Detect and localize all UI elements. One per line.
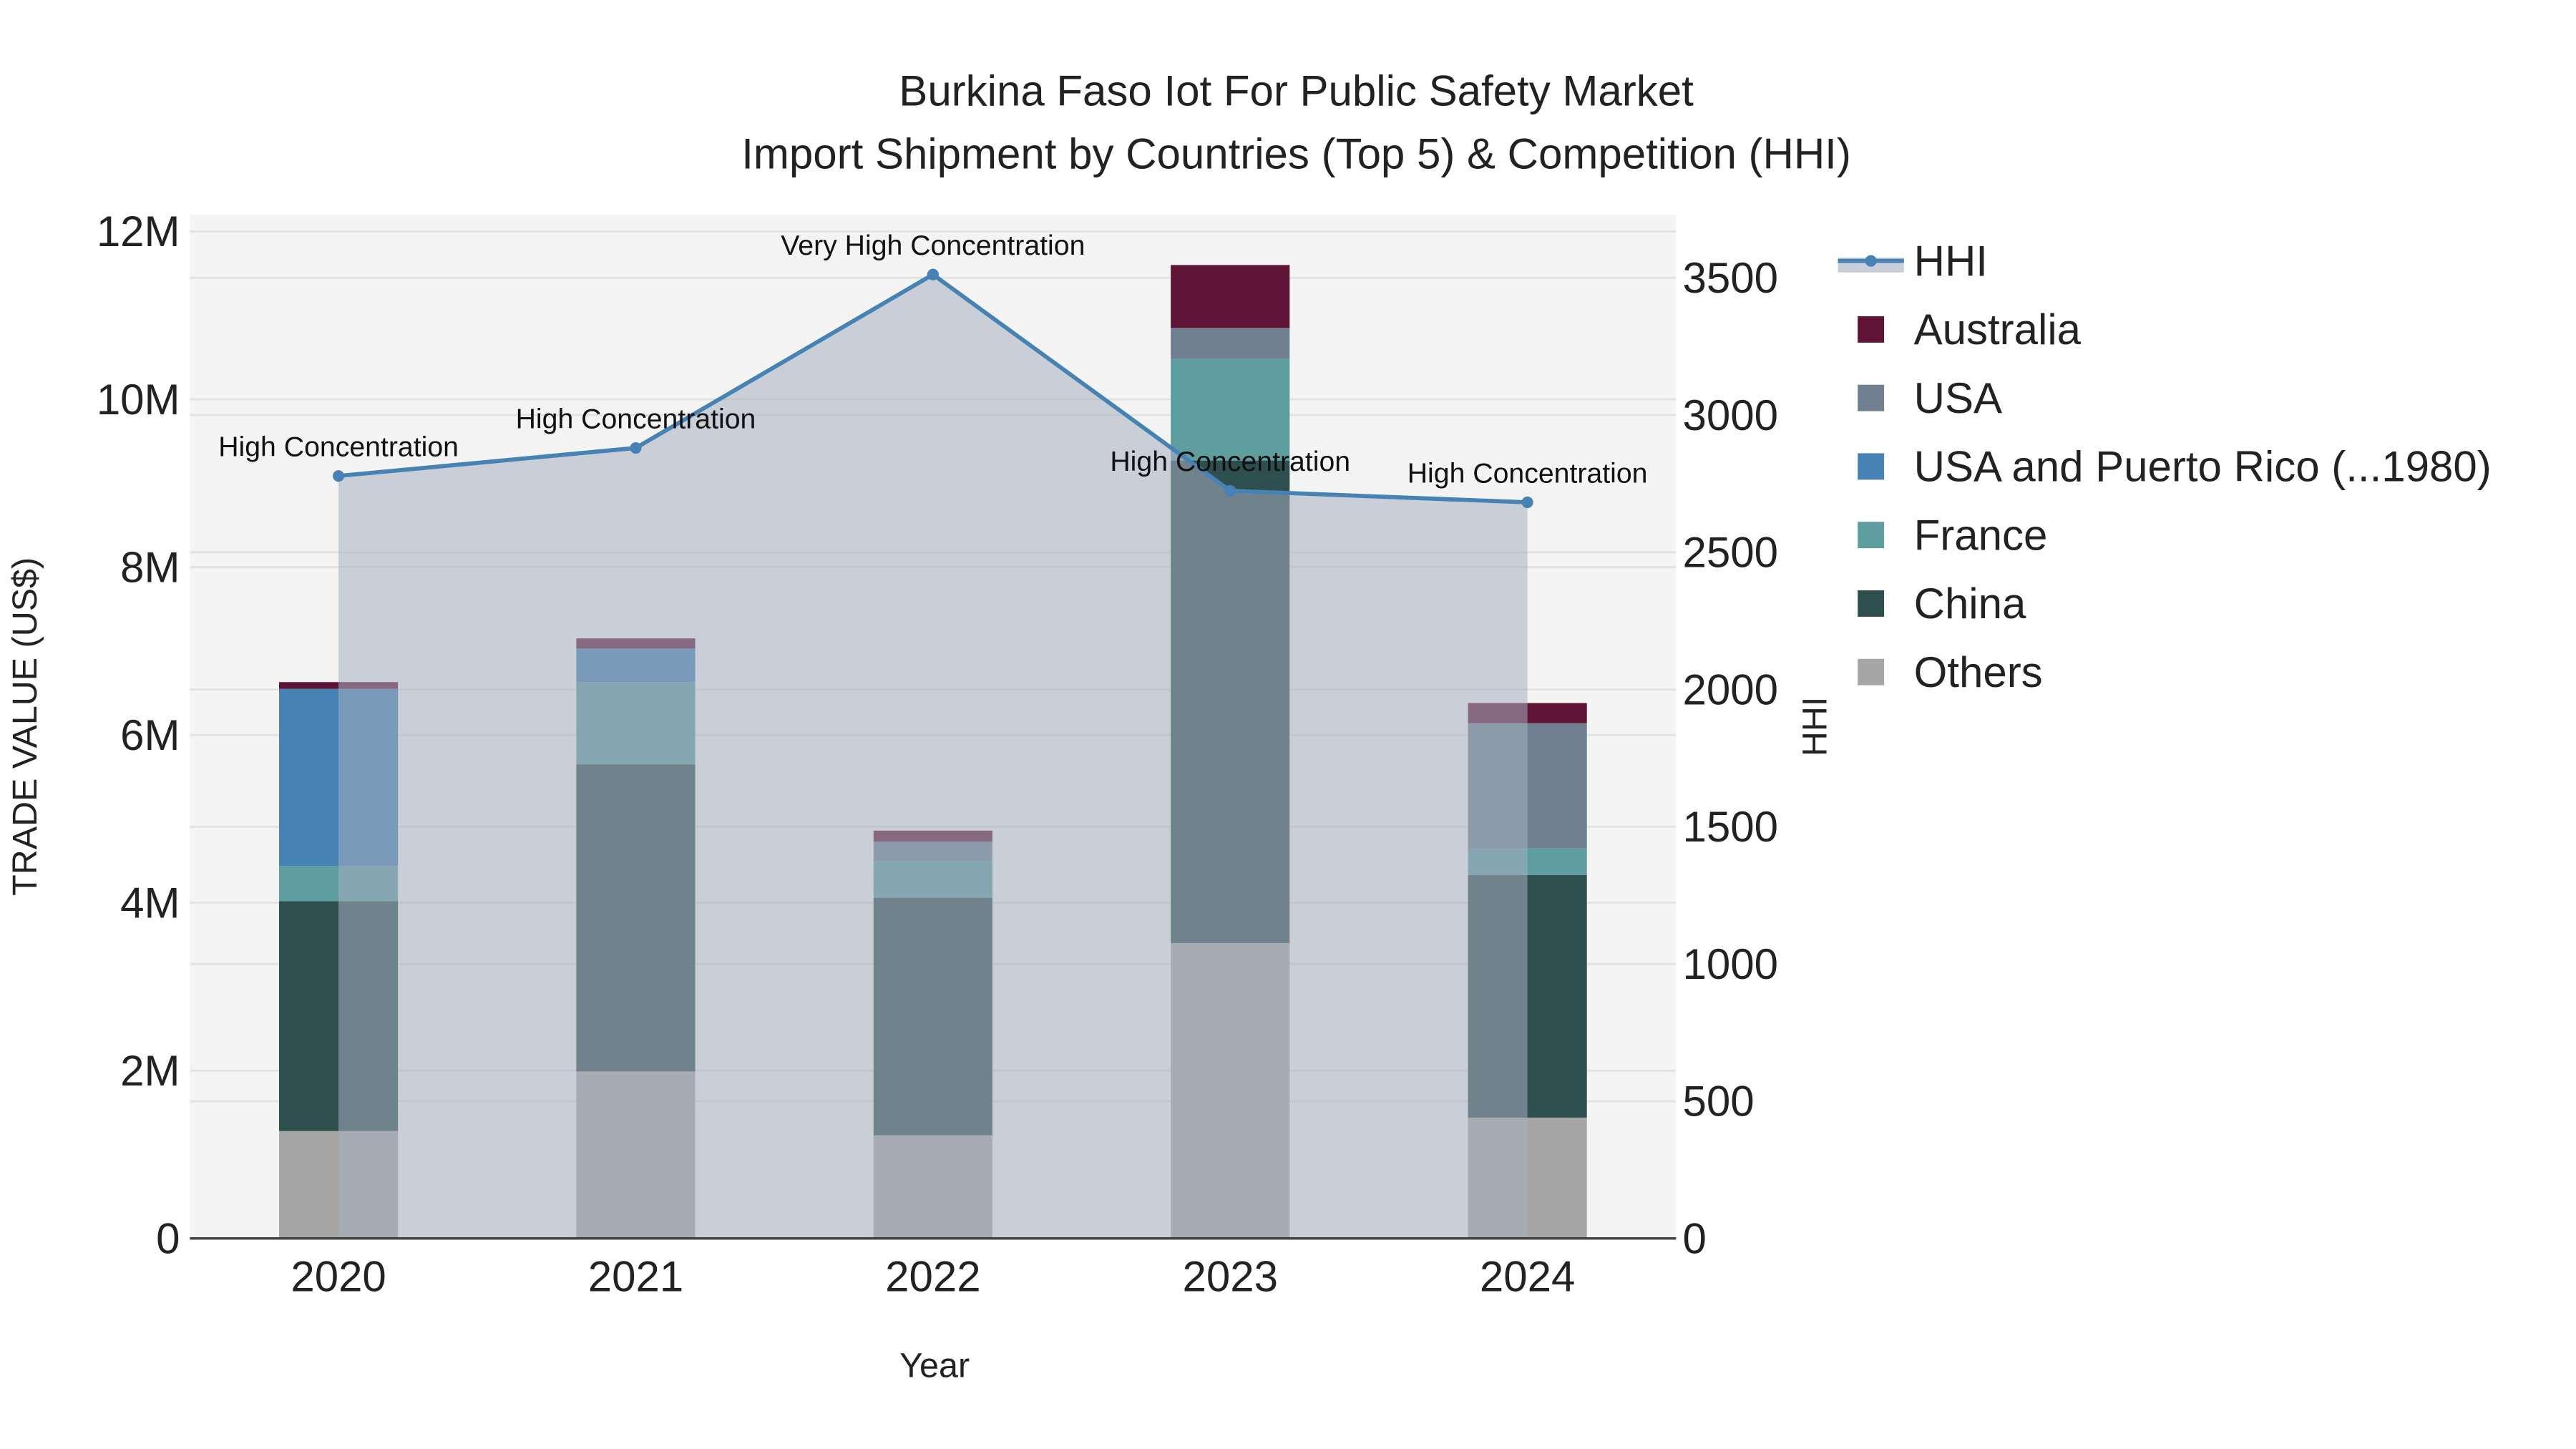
x-tick-label: 2022 [885, 1253, 980, 1301]
y-tick-label: 4M [120, 879, 180, 927]
bar-australia-2023 [1171, 265, 1290, 328]
hhi-annotation: Very High Concentration [781, 230, 1085, 261]
legend-swatch [1858, 316, 1885, 343]
y-tick-label: 0 [156, 1215, 180, 1263]
legend-label: USA [1914, 374, 2002, 422]
hhi-annotation: High Concentration [1110, 446, 1350, 477]
y-axis-label: TRADE VALUE (US$) [6, 557, 44, 896]
chart: High Concentration High Concentration Very… [6, 67, 2492, 1385]
y-tick-label: 8M [120, 543, 180, 591]
hhi-annotation: High Concentration [218, 431, 459, 462]
y-tick-label: 2M [120, 1047, 180, 1095]
hhi-point [1521, 496, 1533, 509]
x-tick-label: 2021 [588, 1253, 683, 1301]
hhi-point [333, 470, 345, 482]
y2-tick-label: 2500 [1683, 529, 1778, 577]
legend-label: Australia [1914, 306, 2082, 353]
legend: HHI Australia USA USA and Puerto Rico (...1… [1838, 237, 2492, 696]
x-tick-label: 2024 [1480, 1253, 1575, 1301]
y2-tick-label: 1000 [1683, 940, 1778, 988]
y2-tick-label: 3500 [1683, 254, 1778, 302]
x-tick-label: 2020 [291, 1253, 386, 1301]
chart-title: Burkina Faso Iot For Public Safety Marke… [899, 67, 1694, 115]
hhi-point [1224, 484, 1236, 497]
y2-tick-label: 1500 [1683, 803, 1778, 851]
y2-tick-label: 2000 [1683, 665, 1778, 713]
legend-swatch [1858, 384, 1885, 411]
hhi-annotation: High Concentration [516, 403, 756, 434]
y2-tick-label: 500 [1683, 1078, 1755, 1126]
legend-hhi-marker [1865, 255, 1877, 267]
legend-swatch [1858, 522, 1885, 549]
chart-subtitle: Import Shipment by Countries (Top 5) & C… [741, 130, 1851, 177]
y-tick-label: 10M [97, 376, 180, 424]
legend-label: China [1914, 580, 2026, 628]
legend-label: USA and Puerto Rico (...1980) [1914, 443, 2492, 491]
legend-swatch [1858, 658, 1885, 686]
legend-label: France [1914, 511, 2048, 559]
y2-tick-label: 0 [1683, 1215, 1707, 1263]
legend-swatch [1858, 453, 1885, 480]
hhi-point [927, 268, 939, 280]
x-axis-label: Year [899, 1347, 970, 1385]
legend-label: Others [1914, 648, 2043, 696]
hhi-point [630, 441, 642, 454]
legend-swatch [1858, 590, 1885, 617]
hhi-annotation: High Concentration [1407, 457, 1648, 489]
x-tick-label: 2023 [1182, 1253, 1277, 1301]
y-tick-label: 12M [97, 208, 180, 255]
y-tick-label: 6M [120, 711, 180, 759]
y2-axis-label: HHI [1795, 697, 1834, 756]
y2-tick-label: 3000 [1683, 391, 1778, 439]
bar-usa-2023 [1171, 328, 1290, 359]
legend-label: HHI [1914, 237, 1988, 285]
